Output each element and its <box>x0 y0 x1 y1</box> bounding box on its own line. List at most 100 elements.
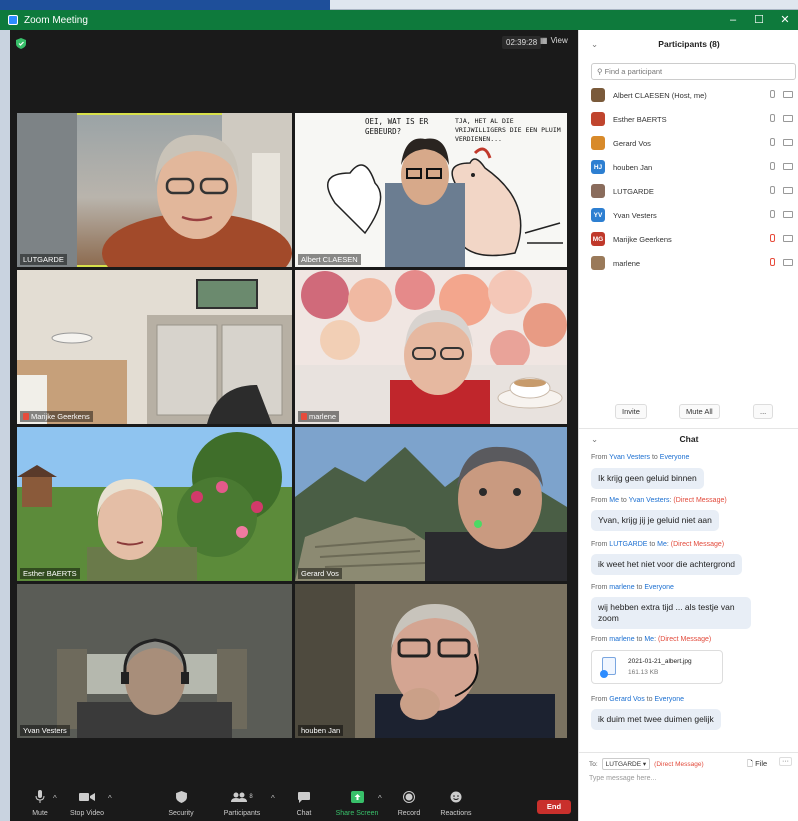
meeting-toolbar: Mute ^ Stop Video ^ Security 8 Participa… <box>10 786 578 821</box>
chat-file-attachment[interactable]: 2021-01-21_albert.jpg 161.13 KB <box>591 650 723 684</box>
participant-row[interactable]: Gerard Vos <box>591 131 797 155</box>
video-tile-lutgarde[interactable]: LUTGARDE <box>17 113 292 267</box>
chat-message-meta: From LUTGARDE to Me: (Direct Message) <box>591 541 725 548</box>
video-camera-icon[interactable] <box>783 139 793 146</box>
chat-message-bubble: ik weet het niet voor die achtergrond <box>591 554 743 575</box>
participant-row[interactable]: YV Yvan Vesters <box>591 203 797 227</box>
video-tile-houben[interactable]: houben Jan <box>295 584 567 738</box>
mute-all-button[interactable]: Mute All <box>679 404 720 419</box>
file-name: 2021-01-21_albert.jpg <box>628 658 692 665</box>
participant-name: Gerard Vos <box>613 138 651 148</box>
chat-message-bubble: ik duim met twee duimen gelijk <box>591 709 721 730</box>
shield-icon[interactable] <box>16 38 26 49</box>
video-camera-icon[interactable] <box>783 259 793 266</box>
chat-bubble-icon <box>298 791 310 803</box>
meeting-timer: 02:39:28 <box>502 36 542 49</box>
microphone-icon[interactable] <box>770 138 775 146</box>
microphone-icon <box>35 790 45 803</box>
recipient-select[interactable]: LUTGARDE ▾ <box>601 758 651 770</box>
participant-name: houben Jan <box>613 162 653 172</box>
file-size: 161.13 KB <box>628 669 659 676</box>
video-frame <box>17 113 292 267</box>
video-frame <box>17 427 292 581</box>
microphone-icon[interactable] <box>770 186 775 194</box>
participant-row[interactable]: marlene <box>591 251 797 275</box>
reactions-button[interactable]: Reactions <box>426 788 486 817</box>
maximize-button[interactable]: ☐ <box>746 10 772 30</box>
video-frame <box>17 584 292 738</box>
chat-message-meta: From marlene to Everyone <box>591 584 674 591</box>
microphone-icon[interactable] <box>770 210 775 218</box>
participants-more-button[interactable]: ... <box>753 404 774 419</box>
microphone-icon[interactable] <box>770 114 775 122</box>
video-tile-gerard[interactable]: Gerard Vos <box>295 427 567 581</box>
muted-mic-icon <box>301 413 307 420</box>
cartoon-speech-left: OEI, WAT IS ER GEBEURD? <box>365 117 429 136</box>
record-icon <box>403 791 415 803</box>
video-tile-esther[interactable]: Esther BAERTS <box>17 427 292 581</box>
avatar: MG <box>591 232 605 246</box>
participant-row[interactable]: MG Marijke Geerkens <box>591 227 797 251</box>
file-button[interactable]: 🗋 File <box>747 758 767 771</box>
participants-button[interactable]: 8 Participants <box>212 788 272 817</box>
meeting-area: 02:39:28 ▦ View LUTGARDE OEI, WAT IS ER … <box>10 30 578 821</box>
video-tile-marlene[interactable]: marlene <box>295 270 567 424</box>
participant-name: Marijke Geerkens <box>613 234 672 244</box>
participant-row[interactable]: LUTGARDE <box>591 179 797 203</box>
chat-message-bubble: Ik krijg geen geluid binnen <box>591 468 704 489</box>
video-frame <box>295 270 567 424</box>
view-button[interactable]: ▦ View <box>540 36 568 45</box>
video-tile-yvan[interactable]: Yvan Vesters <box>17 584 292 738</box>
participants-header: ⌄ Participants (8) <box>579 30 798 58</box>
window-title: Zoom Meeting <box>24 14 88 26</box>
participant-row[interactable]: Albert CLAESEN (Host, me) <box>591 83 797 107</box>
video-camera-icon[interactable] <box>783 187 793 194</box>
video-tile-albert[interactable]: OEI, WAT IS ER GEBEURD? TJA, HET AL DIE … <box>295 113 567 267</box>
video-frame <box>295 427 567 581</box>
video-camera-icon[interactable] <box>783 211 793 218</box>
muted-microphone-icon[interactable] <box>770 258 775 266</box>
participant-name: Esther BAERTS <box>613 114 667 124</box>
minimize-button[interactable]: – <box>720 10 746 30</box>
video-camera-icon[interactable] <box>783 115 793 122</box>
share-screen-icon <box>350 791 364 803</box>
chevron-down-icon[interactable]: ⌄ <box>591 30 598 58</box>
avatar: YV <box>591 208 605 222</box>
participant-name: Albert CLAESEN (Host, me) <box>613 90 707 100</box>
chat-button[interactable]: Chat <box>274 788 334 817</box>
participants-count: 8 <box>249 794 253 800</box>
muted-mic-icon <box>23 413 29 420</box>
microphone-icon[interactable] <box>770 162 775 170</box>
video-tile-marijke[interactable]: Marijke Geerkens <box>17 270 292 424</box>
security-button[interactable]: Security <box>151 788 211 817</box>
participant-search-input[interactable]: ⚲ Find a participant <box>591 63 796 80</box>
chat-message-input[interactable]: Type message here... <box>589 775 656 782</box>
cartoon-speech-right: TJA, HET AL DIE VRIJWILLIGERS DIE EEN PL… <box>455 117 561 143</box>
avatar <box>591 112 605 126</box>
chevron-down-icon: ▾ <box>642 761 647 768</box>
video-camera-icon[interactable] <box>783 91 793 98</box>
participant-name-tag: Gerard Vos <box>298 568 342 579</box>
participant-row[interactable]: HJ houben Jan <box>591 155 797 179</box>
side-panel: ⌄ Participants (8) ⚲ Find a participant … <box>578 30 798 821</box>
video-options-caret[interactable]: ^ <box>108 794 112 803</box>
people-icon <box>231 792 248 802</box>
microphone-icon[interactable] <box>770 90 775 98</box>
close-button[interactable]: ✕ <box>772 10 798 30</box>
chevron-down-icon[interactable]: ⌄ <box>591 430 598 448</box>
chat-message-meta: From Yvan Vesters to Everyone <box>591 454 690 461</box>
to-label: To: <box>589 760 598 768</box>
window-titlebar: Zoom Meeting – ☐ ✕ <box>0 10 798 30</box>
chat-message-bubble: wij hebben extra tijd ... als testje van… <box>591 597 751 629</box>
participant-row[interactable]: Esther BAERTS <box>591 107 797 131</box>
invite-button[interactable]: Invite <box>615 404 647 419</box>
video-camera-icon <box>79 793 95 801</box>
video-camera-icon[interactable] <box>783 163 793 170</box>
shield-icon <box>175 791 187 803</box>
video-frame <box>295 584 567 738</box>
chat-more-button[interactable]: ··· <box>779 757 792 766</box>
search-icon: ⚲ <box>597 67 603 76</box>
end-meeting-button[interactable]: End <box>537 800 571 814</box>
video-camera-icon[interactable] <box>783 235 793 242</box>
muted-microphone-icon[interactable] <box>770 234 775 242</box>
